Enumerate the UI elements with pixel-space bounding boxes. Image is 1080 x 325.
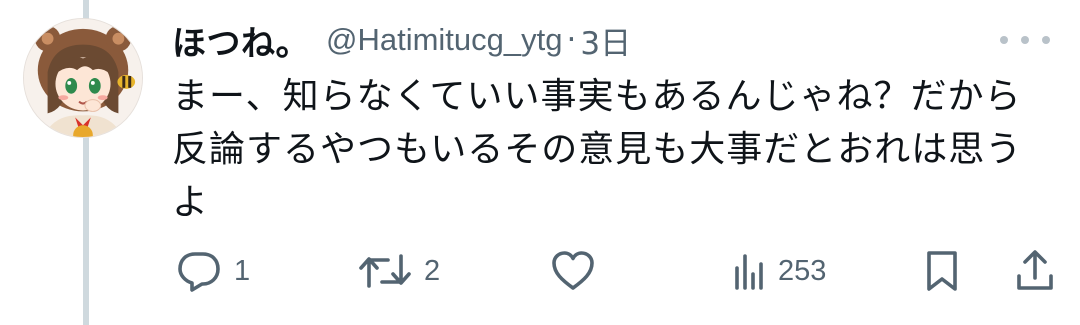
retweet-button[interactable]: 2 (358, 244, 440, 298)
share-upload-icon (1017, 250, 1053, 290)
view-count: 253 (778, 254, 827, 287)
retweet-count: 2 (424, 254, 441, 287)
reply-bubble-icon (178, 252, 220, 292)
reply-count: 1 (234, 254, 251, 287)
more-dot (1021, 36, 1029, 44)
separator-dot: · (566, 22, 577, 58)
avatar[interactable] (23, 18, 143, 138)
more-dot (1000, 36, 1008, 44)
share-button[interactable] (1014, 244, 1056, 298)
retweet-icon (359, 254, 411, 288)
bookmark-icon (927, 251, 957, 291)
more-dots-icon[interactable] (1000, 28, 1050, 52)
like-button[interactable] (550, 244, 608, 298)
post-header: ほつね。 @Hatimitucg_ytg · 3日 (172, 16, 631, 64)
avatar-illustration (24, 19, 142, 137)
more-dot (1042, 36, 1050, 44)
views-button[interactable]: 253 (732, 244, 826, 298)
action-bar: 1 2 253 (172, 244, 1053, 298)
post-text: まー、知らなくていい事実もあるんじゃね？だから反論するやつもいるその意見も大事だ… (172, 76, 1023, 223)
post-timestamp[interactable]: 3日 (580, 18, 631, 63)
user-handle[interactable]: @Hatimitucg_ytg (326, 22, 563, 58)
bookmark-button[interactable] (922, 244, 962, 298)
reply-button[interactable]: 1 (176, 244, 250, 298)
heart-icon (552, 251, 594, 290)
display-name[interactable]: ほつね。 (172, 16, 310, 65)
views-chart-icon (735, 254, 763, 290)
